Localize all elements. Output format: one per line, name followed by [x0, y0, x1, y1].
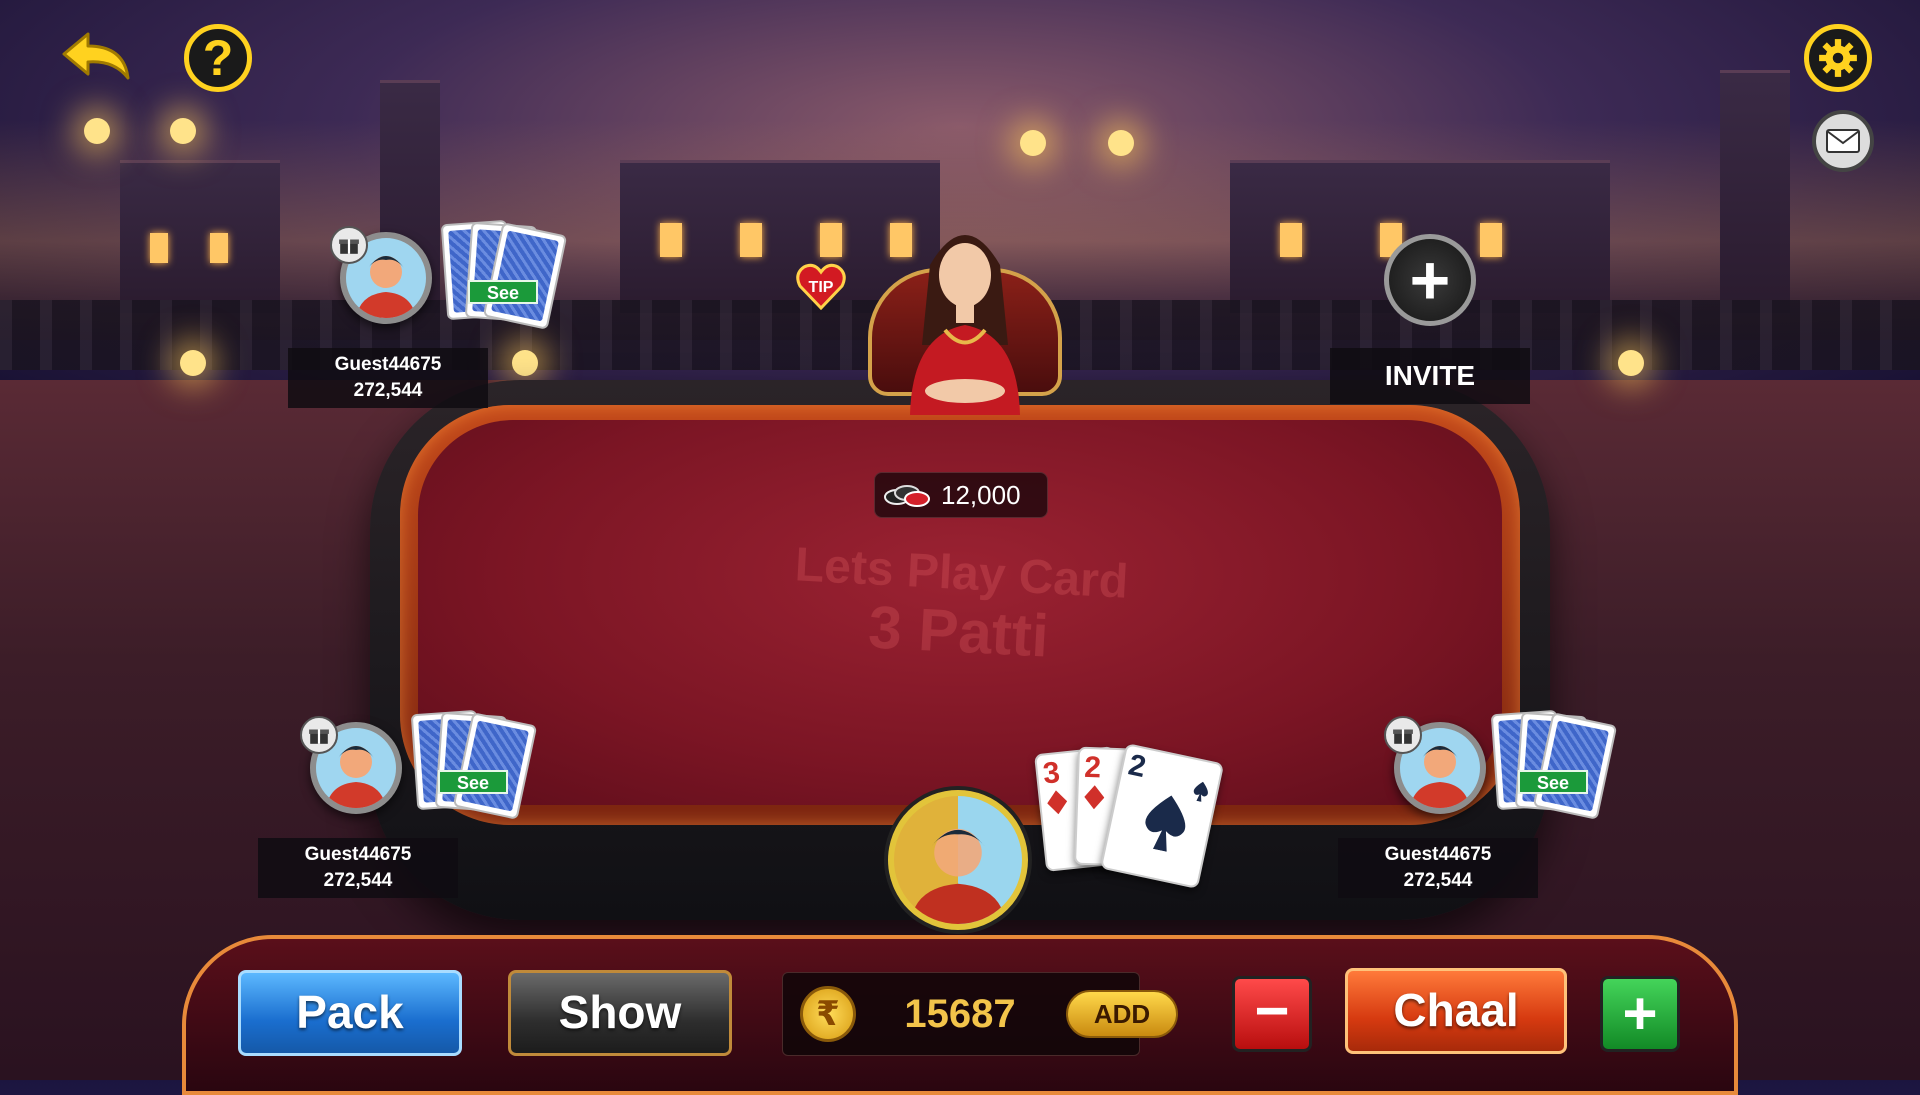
- player-seat-bottom-right[interactable]: [1384, 716, 1486, 814]
- show-button[interactable]: Show: [508, 970, 732, 1056]
- player-name: Guest44675: [334, 354, 442, 375]
- my-avatar[interactable]: [888, 790, 1028, 930]
- building-window: [150, 233, 168, 263]
- garden-light: [180, 350, 206, 376]
- pot-display: 12,000: [874, 472, 1048, 518]
- building: [120, 160, 280, 313]
- back-arrow-icon[interactable]: [58, 28, 136, 84]
- balance-amount: 15687: [904, 992, 1016, 1036]
- street-lamp: [1108, 130, 1134, 156]
- building-window: [210, 233, 228, 263]
- street-lamp: [170, 118, 196, 144]
- increase-bet-button[interactable]: +: [1600, 976, 1680, 1052]
- player-cards[interactable]: See: [410, 709, 554, 822]
- player-nameplate: Guest44675 272,544: [258, 838, 458, 898]
- building-window: [660, 223, 682, 257]
- table-watermark: Lets Play Card 3 Patti: [757, 535, 1163, 672]
- card-rank: 2: [1083, 750, 1102, 785]
- pot-amount: 12,000: [941, 480, 1021, 510]
- spade-icon: [1193, 781, 1208, 802]
- building-window: [1280, 223, 1302, 257]
- see-button[interactable]: See: [1518, 770, 1588, 794]
- player-name: Guest44675: [304, 844, 412, 865]
- gear-icon: [1819, 39, 1857, 77]
- player-nameplate: Guest44675 272,544: [288, 348, 488, 408]
- plus-icon: +: [1409, 241, 1451, 319]
- player-chips: 272,544: [1403, 870, 1473, 891]
- player-chips: 272,544: [323, 870, 393, 891]
- player-cards[interactable]: See: [1490, 709, 1634, 822]
- help-icon: ?: [202, 30, 234, 86]
- my-hand[interactable]: 3 2 2: [1034, 743, 1240, 898]
- diamond-icon: [1047, 790, 1068, 815]
- garden-light: [512, 350, 538, 376]
- player-nameplate: Guest44675 272,544: [1338, 838, 1538, 898]
- gift-icon[interactable]: [300, 716, 338, 754]
- building-window: [820, 223, 842, 257]
- card-rank: 2: [1125, 748, 1149, 785]
- see-button[interactable]: See: [438, 770, 508, 794]
- tip-heart-button[interactable]: TIP: [796, 262, 846, 310]
- street-lamp: [1020, 130, 1046, 156]
- player-seat-bottom-left[interactable]: [300, 716, 402, 814]
- my-avatar-face: [910, 828, 1006, 924]
- building-window: [1480, 223, 1502, 257]
- see-button[interactable]: See: [468, 280, 538, 304]
- player-cards[interactable]: See: [440, 219, 584, 332]
- player-name: Guest44675: [1384, 844, 1492, 865]
- player-chips: 272,544: [353, 380, 423, 401]
- gift-icon[interactable]: [330, 226, 368, 264]
- card-rank: 3: [1041, 756, 1062, 791]
- building-window: [740, 223, 762, 257]
- player-seat-top-left[interactable]: [330, 226, 432, 324]
- dealer-avatar: [910, 235, 1020, 415]
- help-button[interactable]: ?: [184, 24, 252, 92]
- rupee-coin-icon: ₹: [800, 986, 856, 1042]
- mail-icon: [1826, 129, 1860, 153]
- pack-button[interactable]: Pack: [238, 970, 462, 1056]
- spade-icon: [1145, 795, 1186, 852]
- street-lamp: [84, 118, 110, 144]
- gift-icon[interactable]: [1384, 716, 1422, 754]
- mail-button[interactable]: [1812, 110, 1874, 172]
- chaal-button[interactable]: Chaal: [1345, 968, 1567, 1054]
- tower: [1720, 70, 1790, 313]
- garden-light: [1618, 350, 1644, 376]
- decrease-bet-button[interactable]: −: [1232, 976, 1312, 1052]
- invite-button[interactable]: +: [1384, 234, 1476, 326]
- tip-label: TIP: [809, 279, 834, 296]
- chips-icon: [884, 485, 930, 507]
- add-funds-button[interactable]: ADD: [1066, 990, 1178, 1038]
- settings-button[interactable]: [1804, 24, 1872, 92]
- invite-label: INVITE: [1330, 348, 1530, 404]
- diamond-icon: [1084, 785, 1105, 810]
